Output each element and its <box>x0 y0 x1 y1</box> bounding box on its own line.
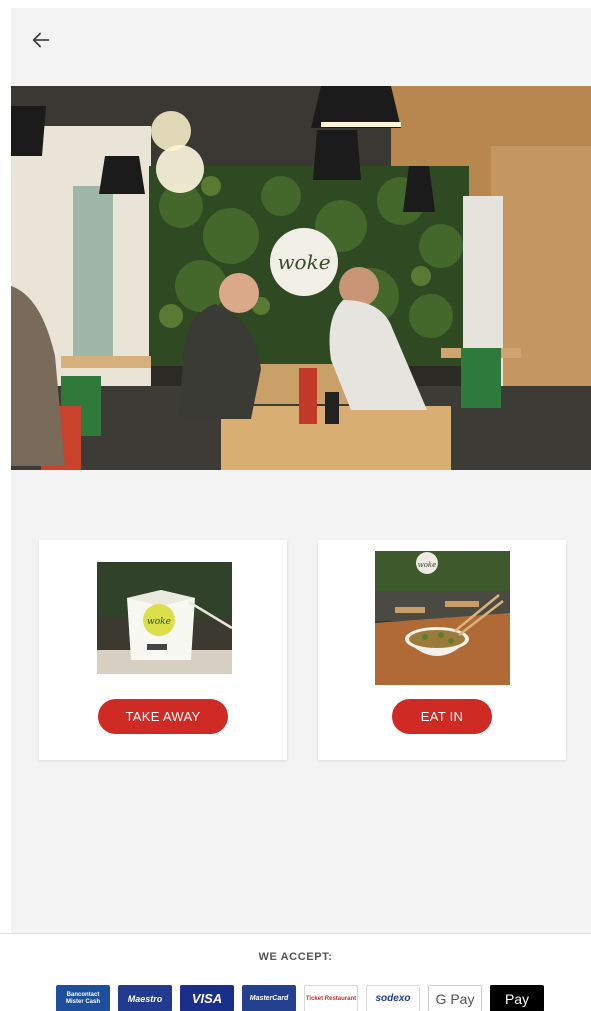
arrow-left-icon <box>32 32 50 48</box>
bancontact-logo: Bancontact Mister Cash <box>56 985 110 1011</box>
take-away-card[interactable]: woke TAKE AWAY <box>39 540 287 760</box>
eat-in-card[interactable]: woke EAT IN <box>318 540 566 760</box>
apple-pay-logo: Pay <box>490 985 544 1011</box>
app-screen: woke woke TAKE AWAY woke EAT IN <box>11 8 591 933</box>
eat-in-button[interactable]: EAT IN <box>392 699 492 734</box>
payment-methods: Bancontact Mister Cash Maestro VISA Mast… <box>56 985 544 1011</box>
sign-text: woke <box>277 250 330 274</box>
back-button[interactable] <box>27 26 55 54</box>
ticket-restaurant-logo: Ticket Restaurant <box>304 985 358 1011</box>
payment-footer: WE ACCEPT: Bancontact Mister Cash Maestr… <box>0 933 591 1011</box>
bancontact-line2: Mister Cash <box>65 998 100 1005</box>
box-logo-text: woke <box>147 617 171 627</box>
eat-in-image: woke <box>375 551 510 685</box>
sodexo-logo: sodexo <box>366 985 420 1011</box>
take-away-button[interactable]: TAKE AWAY <box>98 699 228 734</box>
take-away-image: woke <box>97 562 232 674</box>
google-pay-logo: G Pay <box>428 985 482 1011</box>
sign-thumb-text: woke <box>418 561 437 569</box>
maestro-logo: Maestro <box>118 985 172 1011</box>
bancontact-line1: Bancontact <box>66 991 100 998</box>
restaurant-photo: woke <box>11 86 591 470</box>
mastercard-logo: MasterCard <box>242 985 296 1011</box>
visa-logo: VISA <box>180 985 234 1011</box>
we-accept-label: WE ACCEPT: <box>258 951 333 963</box>
